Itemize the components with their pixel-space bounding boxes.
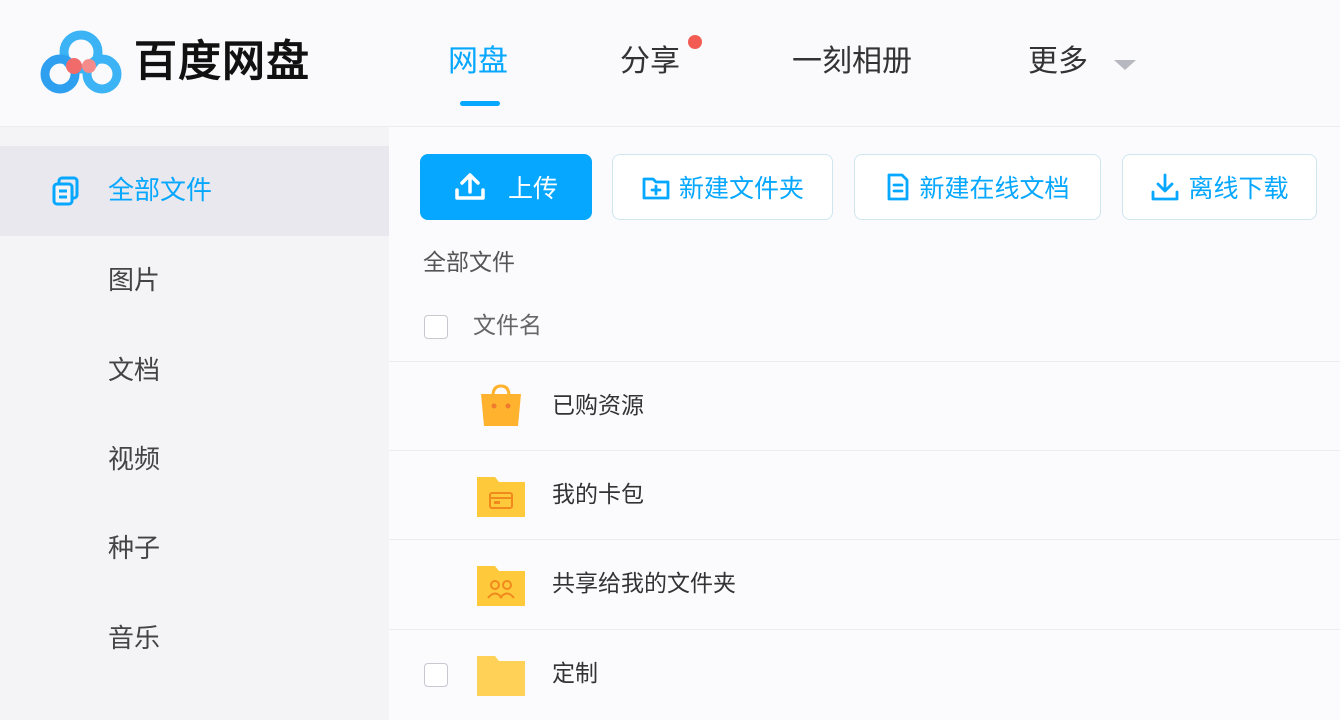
file-name: 共享给我的文件夹 bbox=[552, 571, 736, 597]
nav-active-indicator bbox=[460, 101, 500, 106]
file-name: 我的卡包 bbox=[552, 482, 644, 508]
select-all-checkbox[interactable] bbox=[424, 315, 448, 339]
sidebar-item-all-files[interactable]: 全部文件 bbox=[0, 146, 389, 236]
offline-download-button[interactable]: 离线下载 bbox=[1122, 154, 1317, 220]
nav-netdisk[interactable]: 网盘 bbox=[448, 40, 508, 84]
sidebar-item-label: 音乐 bbox=[108, 624, 161, 654]
breadcrumb[interactable]: 全部文件 bbox=[423, 245, 515, 281]
sidebar-item-label: 全部文件 bbox=[108, 176, 213, 206]
upload-button[interactable]: 上传 bbox=[420, 154, 592, 220]
folder-icon bbox=[477, 656, 525, 696]
offline-download-label: 离线下载 bbox=[1188, 174, 1289, 203]
main-content: 上传 新建文件夹 新建在线文档 离线下载 全部文件 文件名 已购资源 我的卡包 … bbox=[389, 127, 1340, 720]
new-folder-label: 新建文件夹 bbox=[678, 174, 804, 203]
sidebar-item-torrents[interactable]: 种子 bbox=[0, 504, 389, 594]
sidebar-item-music[interactable]: 音乐 bbox=[0, 594, 389, 684]
sidebar: 全部文件 图片 文档 视频 种子 音乐 bbox=[0, 127, 389, 720]
sidebar-item-videos[interactable]: 视频 bbox=[0, 415, 389, 505]
files-icon bbox=[52, 176, 79, 206]
file-name: 定制 bbox=[552, 661, 598, 687]
row-checkbox[interactable] bbox=[424, 663, 448, 687]
shared-folder-icon bbox=[477, 566, 525, 606]
top-header: 百度网盘 网盘 分享 一刻相册 更多 bbox=[0, 0, 1340, 127]
table-row[interactable]: 定制 bbox=[389, 629, 1340, 719]
shopping-bag-icon bbox=[481, 384, 521, 426]
card-folder-icon bbox=[477, 477, 525, 517]
sidebar-item-label: 视频 bbox=[108, 445, 161, 475]
new-online-doc-button[interactable]: 新建在线文档 bbox=[854, 154, 1101, 220]
upload-icon bbox=[455, 173, 485, 200]
notification-dot bbox=[688, 35, 702, 49]
column-header-filename[interactable]: 文件名 bbox=[473, 308, 542, 344]
document-icon bbox=[888, 173, 909, 201]
sidebar-item-label: 种子 bbox=[108, 534, 161, 564]
file-name: 已购资源 bbox=[552, 393, 644, 419]
sidebar-item-label: 图片 bbox=[108, 266, 161, 296]
nav-more[interactable]: 更多 bbox=[1028, 40, 1088, 84]
nav-album[interactable]: 一刻相册 bbox=[792, 40, 912, 84]
table-row[interactable]: 共享给我的文件夹 bbox=[389, 539, 1340, 629]
sidebar-item-documents[interactable]: 文档 bbox=[0, 326, 389, 416]
upload-label: 上传 bbox=[507, 174, 558, 203]
chevron-down-icon[interactable] bbox=[1114, 60, 1136, 70]
sidebar-item-images[interactable]: 图片 bbox=[0, 236, 389, 326]
nav-share[interactable]: 分享 bbox=[620, 40, 680, 84]
baidu-netdisk-logo-icon[interactable] bbox=[40, 30, 122, 98]
brand-name[interactable]: 百度网盘 bbox=[134, 36, 310, 88]
new-folder-button[interactable]: 新建文件夹 bbox=[612, 154, 833, 220]
sidebar-item-label: 文档 bbox=[108, 356, 161, 386]
table-row[interactable]: 我的卡包 bbox=[389, 450, 1340, 540]
new-online-doc-label: 新建在线文档 bbox=[919, 174, 1070, 203]
table-row[interactable]: 已购资源 bbox=[389, 361, 1340, 451]
new-folder-icon bbox=[642, 177, 670, 200]
download-icon bbox=[1152, 173, 1179, 201]
